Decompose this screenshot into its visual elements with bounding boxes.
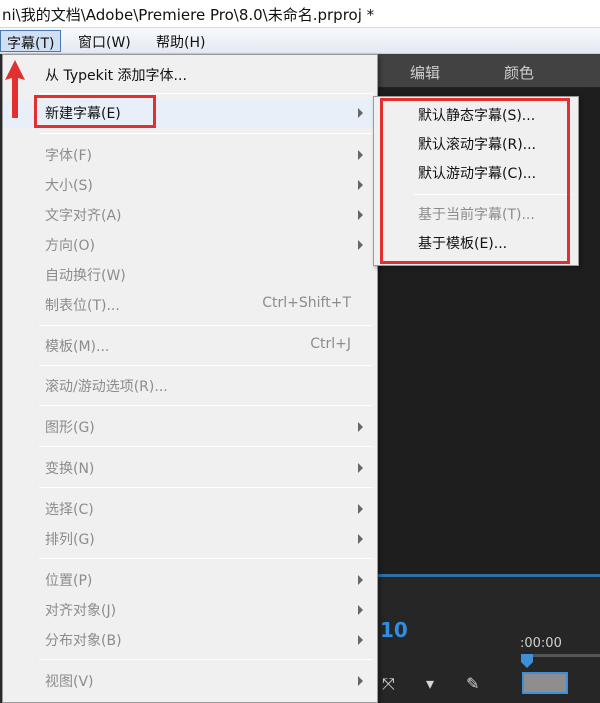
tab-edit[interactable]: 编辑: [410, 62, 440, 83]
menu-item-text-align[interactable]: 文字对齐(A): [3, 201, 377, 229]
menu-item-label: 排列(G): [45, 532, 95, 548]
menu-item-view[interactable]: 视图(V): [3, 667, 377, 695]
menu-separator: [39, 325, 373, 326]
menu-separator: [39, 487, 373, 488]
tab-color[interactable]: 颜色: [504, 62, 534, 83]
menu-item-font[interactable]: 字体(F): [3, 141, 377, 169]
submenu-arrow-icon: [358, 180, 363, 190]
menu-item-transform[interactable]: 变换(N): [3, 454, 377, 482]
menu-item-label: 分布对象(B): [45, 633, 122, 649]
title-bar: ni\我的文档\Adobe\Premiere Pro\8.0\未命名.prpro…: [0, 0, 600, 28]
menu-item-word-wrap[interactable]: 自动换行(W): [3, 261, 377, 289]
menu-item-label: 模板(M)...: [45, 339, 110, 355]
panel-header: 编辑 颜色: [378, 54, 600, 88]
submenu-arrow-icon: [358, 575, 363, 585]
menu-item-label: 变换(N): [45, 461, 95, 477]
menu-item-label: 滚动/游动选项(R)...: [45, 379, 168, 395]
wrench-icon[interactable]: ✎: [466, 674, 479, 693]
menu-item-tab-stops[interactable]: 制表位(T)... Ctrl+Shift+T: [3, 291, 377, 319]
annotation-box-new-caption: [34, 95, 156, 128]
menu-item-shortcut: Ctrl+J: [310, 336, 351, 352]
menu-item-graphic[interactable]: 图形(G): [3, 413, 377, 441]
menu-item-orientation[interactable]: 方向(O): [3, 231, 377, 259]
menu-separator: [39, 133, 373, 134]
submenu-arrow-icon: [358, 463, 363, 473]
submenu-arrow-icon: [358, 534, 363, 544]
menu-item-label: 方向(O): [45, 238, 95, 254]
menu-separator: [39, 659, 373, 660]
menu-item-size[interactable]: 大小(S): [3, 171, 377, 199]
menu-item-label: 图形(G): [45, 420, 95, 436]
menu-separator: [39, 365, 373, 366]
submenu-arrow-icon: [358, 422, 363, 432]
menu-item-arrange[interactable]: 排列(G): [3, 525, 377, 553]
menu-window[interactable]: 窗口(W): [72, 30, 137, 52]
menu-item-label: 大小(S): [45, 178, 93, 194]
timeline-clip[interactable]: [522, 672, 568, 694]
submenu-arrow-icon: [358, 240, 363, 250]
captions-menu: 从 Typekit 添加字体... 新建字幕(E) 字体(F) 大小(S) 文字…: [2, 54, 378, 703]
menu-item-templates[interactable]: 模板(M)... Ctrl+J: [3, 332, 377, 360]
timecode-display: 10: [380, 618, 408, 642]
submenu-arrow-icon: [358, 150, 363, 160]
selection-tool-icon[interactable]: ⤧: [382, 674, 395, 694]
menu-item-label: 选择(C): [45, 502, 94, 518]
playhead-icon[interactable]: [520, 654, 534, 670]
menu-item-align-objects[interactable]: 对齐对象(J): [3, 596, 377, 624]
submenu-arrow-icon: [358, 635, 363, 645]
menu-bar: 字幕(T) 窗口(W) 帮助(H): [0, 28, 600, 54]
menu-separator: [39, 558, 373, 559]
menu-item-shortcut: Ctrl+Shift+T: [262, 295, 351, 311]
menu-separator: [39, 93, 373, 94]
timeline-timecode: :00:00: [520, 636, 562, 651]
menu-item-label: 文字对齐(A): [45, 208, 122, 224]
annotation-arrow-icon: [5, 60, 25, 118]
menu-item-label: 字体(F): [45, 148, 92, 164]
menu-item-label: 对齐对象(J): [45, 603, 117, 619]
menu-help[interactable]: 帮助(H): [150, 30, 211, 52]
menu-item-label: 制表位(T)...: [45, 298, 120, 314]
menu-item-position[interactable]: 位置(P): [3, 566, 377, 594]
menu-item-label: 视图(V): [45, 674, 94, 690]
menu-separator: [39, 446, 373, 447]
menu-item-distribute-objects[interactable]: 分布对象(B): [3, 626, 377, 654]
submenu-arrow-icon: [358, 605, 363, 615]
menu-item-add-typekit-fonts[interactable]: 从 Typekit 添加字体...: [3, 61, 377, 89]
menu-item-roll-crawl-options[interactable]: 滚动/游动选项(R)...: [3, 372, 377, 400]
submenu-arrow-icon: [358, 210, 363, 220]
window-title: ni\我的文档\Adobe\Premiere Pro\8.0\未命名.prpro…: [2, 6, 375, 24]
annotation-box-submenu: [380, 98, 570, 264]
menu-separator: [39, 405, 373, 406]
menu-captions[interactable]: 字幕(T): [0, 30, 62, 52]
submenu-arrow-icon: [358, 504, 363, 514]
submenu-arrow-icon: [358, 676, 363, 686]
marker-icon[interactable]: ▾: [426, 674, 434, 693]
submenu-arrow-icon: [358, 108, 363, 118]
menu-item-label: 自动换行(W): [45, 268, 126, 284]
menu-item-select[interactable]: 选择(C): [3, 495, 377, 523]
menu-item-label: 从 Typekit 添加字体...: [45, 68, 187, 84]
menu-item-label: 位置(P): [45, 573, 93, 589]
